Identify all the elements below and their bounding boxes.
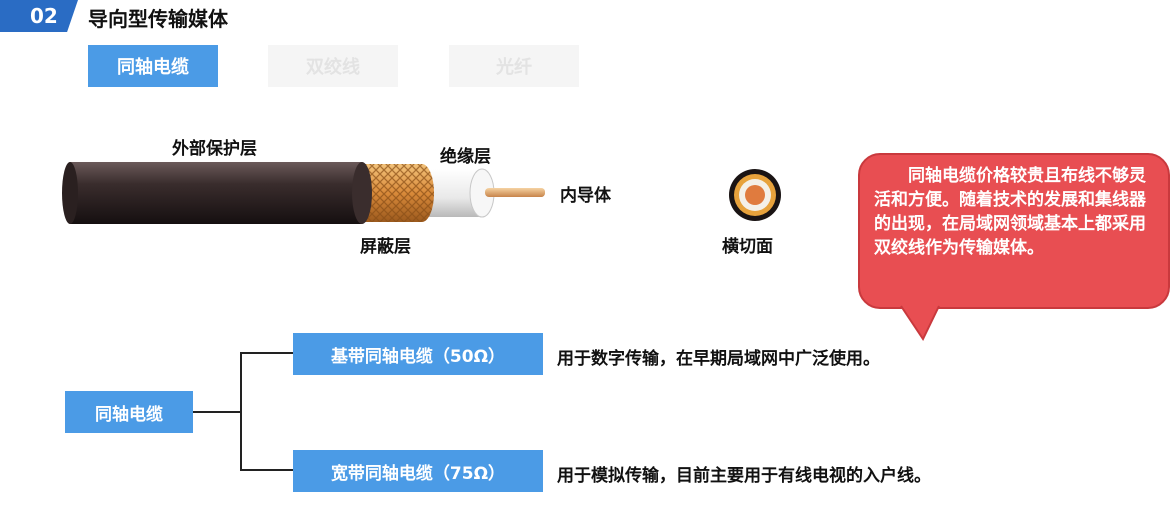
callout-tail [900, 305, 940, 342]
tree-connector-bottom [240, 469, 293, 471]
tree-connector [193, 411, 241, 413]
callout-text: 同轴电缆价格较贵且布线不够灵活和方便。随着技术的发展和集线器的出现，在局域网领域… [874, 166, 1146, 258]
tab-coaxial-cable[interactable]: 同轴电缆 [88, 45, 218, 87]
inner-conductor-label: 内导体 [560, 186, 611, 206]
tree-connector-vertical [240, 352, 242, 470]
tree-root-coaxial: 同轴电缆 [65, 391, 193, 433]
cross-section-label: 横切面 [722, 237, 773, 257]
tab-twisted-pair[interactable]: 双绞线 [268, 45, 398, 87]
insulation-label: 绝缘层 [440, 147, 491, 167]
tree-branch-broadband: 宽带同轴电缆（75Ω） [293, 450, 543, 492]
tab-optical-fiber[interactable]: 光纤 [449, 45, 579, 87]
outer-layer-label: 外部保护层 [172, 139, 257, 159]
section-number-badge: 02 [0, 0, 78, 32]
baseband-description: 用于数字传输，在早期局域网中广泛使用。 [557, 349, 880, 369]
tree-branch-baseband: 基带同轴电缆（50Ω） [293, 333, 543, 375]
callout-bubble: 同轴电缆价格较贵且布线不够灵活和方便。随着技术的发展和集线器的出现，在局域网领域… [858, 153, 1170, 309]
broadband-description: 用于模拟传输，目前主要用于有线电视的入户线。 [557, 466, 931, 486]
tree-connector-top [240, 352, 293, 354]
cross-section-icon [729, 169, 781, 221]
outer-jacket [70, 162, 362, 224]
page-title: 导向型传输媒体 [88, 7, 228, 31]
shield-label: 屏蔽层 [360, 237, 411, 257]
